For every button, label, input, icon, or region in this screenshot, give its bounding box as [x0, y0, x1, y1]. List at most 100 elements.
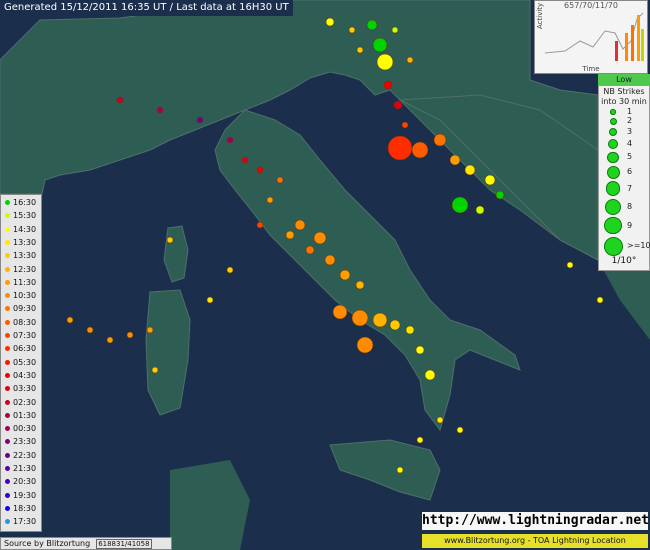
- time-color-dot: [5, 200, 10, 205]
- strike-marker: [276, 176, 284, 184]
- time-legend-row: 16:30: [1, 197, 43, 209]
- time-legend-row: 05:30: [1, 357, 43, 369]
- time-color-dot: [5, 466, 10, 471]
- strike-marker: [484, 174, 496, 186]
- strike-marker: [285, 230, 295, 240]
- time-legend-label: 12:30: [13, 264, 37, 274]
- time-legend-label: 07:30: [13, 331, 37, 340]
- time-legend-row: 12:30: [1, 264, 43, 276]
- strikes-legend-label: 2: [627, 116, 633, 126]
- strikes-legend-row: 6: [599, 165, 650, 179]
- strike-marker: [126, 331, 134, 339]
- time-color-dot: [5, 226, 10, 232]
- activity-ylabel: Activity: [536, 2, 544, 29]
- strikes-legend-label: 9: [627, 220, 633, 230]
- activity-chart: 657/70/11/70 Activity Time: [534, 0, 648, 74]
- activity-title: 657/70/11/70: [564, 1, 618, 10]
- time-legend-label: 03:30: [13, 384, 37, 394]
- strike-marker: [332, 304, 348, 320]
- strike-marker: [436, 416, 444, 424]
- strike-marker: [151, 366, 159, 374]
- strikes-legend-label: >=10: [627, 241, 650, 251]
- time-color-dot: [5, 306, 10, 312]
- strike-marker: [66, 316, 74, 324]
- strike-marker: [451, 196, 469, 214]
- strike-size-dot: [608, 127, 618, 137]
- lightning-map: [0, 0, 650, 550]
- time-legend-row: 02:30: [1, 397, 43, 409]
- source-id: 618831/41058: [96, 539, 152, 549]
- activity-sparkline: [545, 12, 644, 61]
- time-legend-label: 06:30: [13, 344, 37, 354]
- strike-marker: [416, 436, 424, 444]
- time-legend-label: 14:30: [13, 224, 37, 234]
- strike-size-dot: [605, 198, 621, 215]
- time-legend-label: 11:30: [13, 277, 37, 287]
- time-legend-label: 13:30: [13, 251, 37, 261]
- strike-size-dot: [609, 117, 617, 125]
- strike-marker: [401, 121, 409, 129]
- strike-marker: [411, 141, 429, 159]
- strikes-legend-row: 5: [599, 151, 650, 164]
- strike-size-dot: [605, 181, 621, 196]
- strike-marker: [376, 53, 394, 71]
- time-legend-label: 18:30: [13, 503, 37, 513]
- time-legend-row: 18:30: [1, 503, 43, 515]
- time-legend-row: 09:30: [1, 303, 43, 315]
- time-legend-label: 09:30: [13, 304, 37, 314]
- strike-marker: [146, 326, 154, 334]
- strike-marker: [166, 236, 174, 244]
- generated-header: Generated 15/12/2011 16:35 UT / Last dat…: [0, 0, 293, 16]
- time-legend-row: 23:30: [1, 436, 43, 448]
- strike-marker: [196, 116, 204, 124]
- time-color-dot: [5, 505, 10, 511]
- time-legend-label: 02:30: [13, 397, 37, 407]
- low-indicator: Low: [598, 74, 650, 85]
- time-color-dot: [5, 253, 10, 259]
- time-legend-row: 03:30: [1, 383, 43, 395]
- time-legend-row: 10:30: [1, 290, 43, 302]
- time-legend-row: 20:30: [1, 476, 43, 488]
- strike-marker: [355, 280, 365, 290]
- time-legend-label: 20:30: [13, 477, 37, 487]
- strike-marker: [294, 219, 306, 231]
- strike-marker: [495, 190, 505, 200]
- time-color-dot: [5, 372, 10, 378]
- activity-xlabel: Time: [582, 65, 600, 73]
- time-legend-label: 15:30: [13, 211, 37, 221]
- time-color-dot: [5, 319, 10, 325]
- time-legend-label: 01:30: [13, 410, 37, 420]
- strike-size-dot: [607, 151, 619, 164]
- strike-marker: [348, 26, 356, 34]
- time-legend-label: 21:30: [13, 464, 37, 473]
- strike-marker: [305, 245, 315, 255]
- time-legend-label: 05:30: [13, 357, 37, 367]
- strike-marker: [325, 17, 335, 27]
- time-legend-row: 14:30: [1, 224, 43, 236]
- strikes-legend-title-2: into 30 min: [601, 97, 647, 106]
- time-legend-row: 06:30: [1, 343, 43, 355]
- time-legend-row: 13:30: [1, 237, 43, 249]
- time-color-dot: [5, 426, 10, 432]
- strike-marker: [266, 196, 274, 204]
- time-legend-label: 08:30: [13, 317, 37, 327]
- strike-marker: [596, 296, 604, 304]
- strike-marker: [256, 166, 264, 174]
- website-url[interactable]: http://www.lightningradar.net: [422, 512, 649, 530]
- time-legend-label: 22:30: [13, 450, 37, 460]
- strike-marker: [241, 156, 249, 164]
- time-color-dot: [5, 439, 10, 445]
- strike-marker: [256, 221, 264, 229]
- time-color-dot: [5, 412, 10, 418]
- strikes-legend-row: 8: [599, 198, 650, 215]
- source-label: Source by Blitzortung 618831/41058: [0, 537, 172, 550]
- strike-marker: [449, 154, 461, 166]
- strike-size-dot: [610, 109, 616, 115]
- strike-marker: [475, 205, 485, 215]
- time-color-dot: [5, 293, 10, 299]
- strike-marker: [86, 326, 94, 334]
- strike-marker: [406, 56, 414, 64]
- strike-size-dot: [606, 165, 620, 179]
- time-legend-label: 00:30: [13, 424, 37, 434]
- strikes-legend-row: >=10: [599, 236, 650, 256]
